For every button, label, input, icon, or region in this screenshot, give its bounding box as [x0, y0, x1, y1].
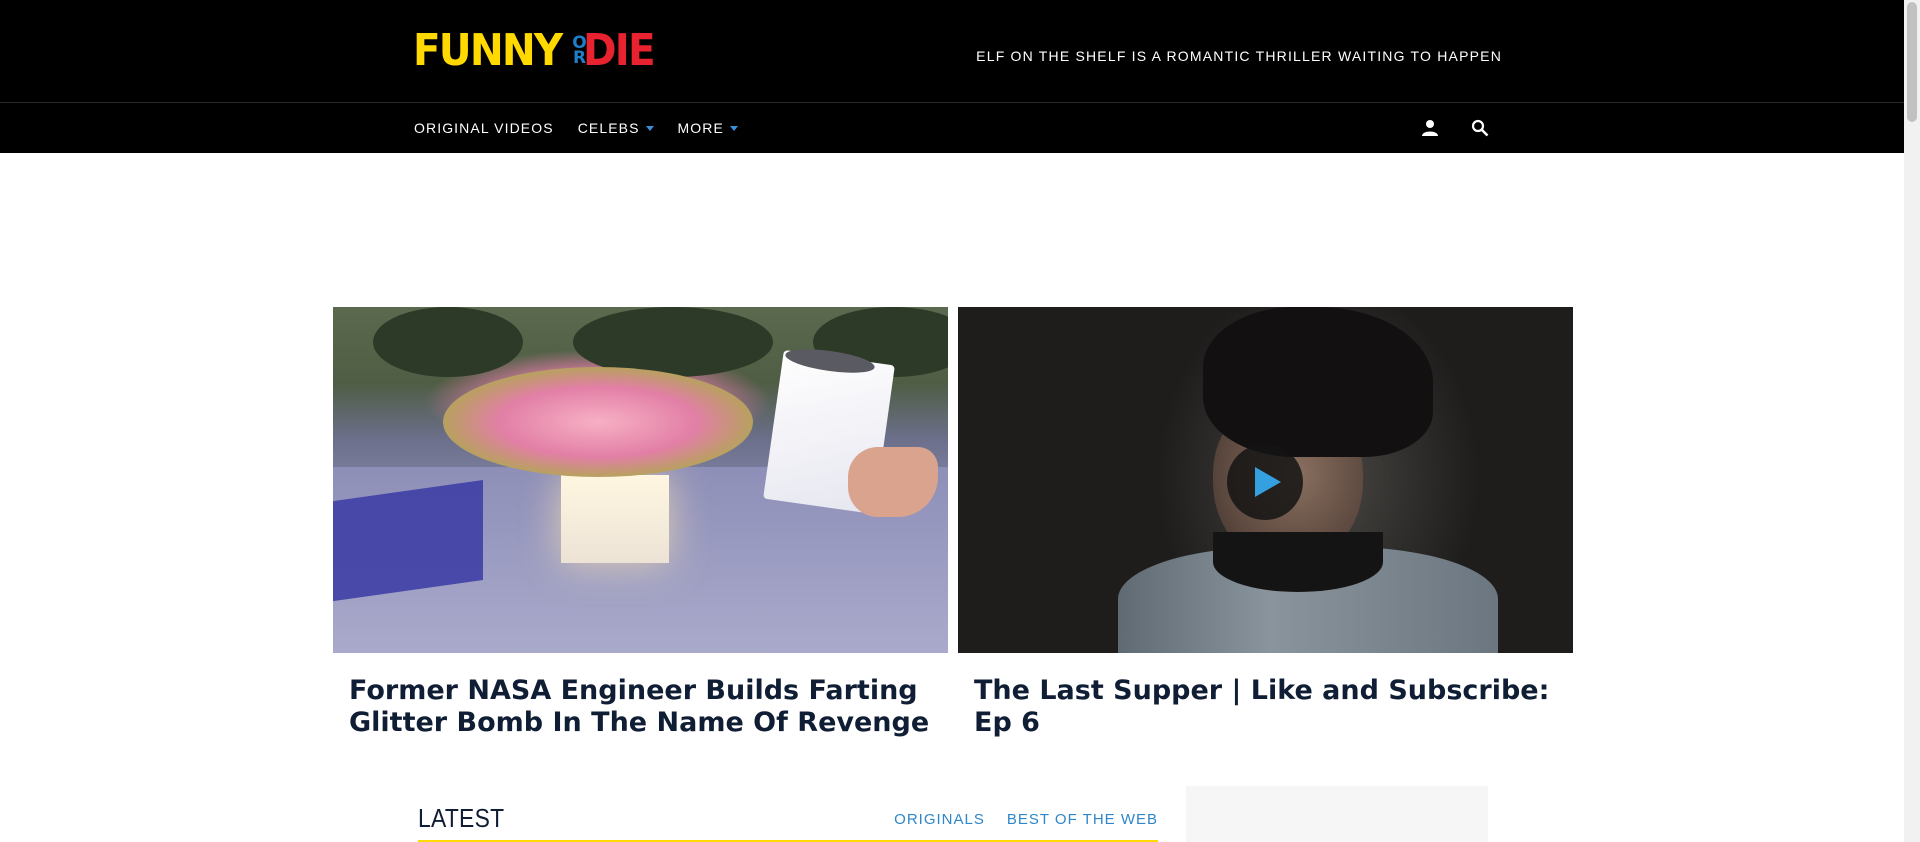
nav-item-label: ORIGINAL VIDEOS [414, 120, 554, 136]
play-icon[interactable] [1227, 444, 1303, 520]
main-nav: ORIGINAL VIDEOS CELEBS MORE [414, 103, 738, 153]
nav-item-more[interactable]: MORE [678, 120, 738, 136]
site-header: FUNNY O R DIE ELF ON THE SHELF IS A ROMA… [0, 0, 1904, 102]
nav-icons [1420, 103, 1490, 153]
caret-down-icon [729, 125, 738, 131]
site-logo[interactable]: FUNNY O R DIE [413, 25, 660, 76]
featured-title[interactable]: The Last Supper | Like and Subscribe: Ep… [958, 653, 1573, 739]
nav-item-celebs[interactable]: CELEBS [578, 120, 654, 136]
latest-section-header: LATEST ORIGINALS BEST OF THE WEB [418, 795, 1158, 842]
sidebar-ad [1186, 786, 1488, 842]
ad-space [0, 153, 1904, 307]
logo-die-text: DIE [582, 25, 656, 76]
latest-tabs: ORIGINALS BEST OF THE WEB [894, 811, 1158, 828]
tab-best-of-the-web[interactable]: BEST OF THE WEB [1007, 811, 1158, 828]
main-nav-bar: ORIGINAL VIDEOS CELEBS MORE [0, 102, 1904, 153]
nav-item-label: MORE [677, 120, 724, 136]
promo-link[interactable]: ELF ON THE SHELF IS A ROMANTIC THRILLER … [976, 48, 1502, 64]
logo-funny-text: FUNNY [413, 25, 563, 76]
section-title: LATEST [418, 803, 505, 833]
tab-originals[interactable]: ORIGINALS [894, 811, 985, 828]
nav-item-original-videos[interactable]: ORIGINAL VIDEOS [414, 120, 554, 136]
featured-thumbnail[interactable] [958, 307, 1573, 653]
user-icon[interactable] [1420, 118, 1440, 138]
caret-down-icon [645, 125, 654, 131]
search-icon[interactable] [1470, 118, 1490, 138]
featured-title[interactable]: Former NASA Engineer Builds Farting Glit… [333, 653, 948, 739]
page-scrollbar[interactable] [1904, 0, 1920, 842]
featured-thumbnail[interactable] [333, 307, 948, 653]
nav-item-label: CELEBS [577, 120, 640, 136]
featured-card[interactable]: Former NASA Engineer Builds Farting Glit… [333, 307, 948, 739]
scrollbar-thumb[interactable] [1907, 2, 1917, 122]
featured-card[interactable]: The Last Supper | Like and Subscribe: Ep… [958, 307, 1573, 739]
